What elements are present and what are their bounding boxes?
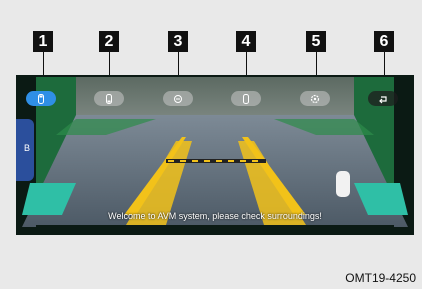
callout-3: 3 (168, 31, 188, 52)
side-camera-button[interactable] (231, 91, 261, 106)
view-label: B (24, 143, 31, 153)
rear-camera-button[interactable] (94, 91, 124, 106)
parked-car-icon (336, 171, 350, 197)
side-camera-icon (243, 93, 249, 104)
welcome-message: Welcome to AVM system, please check surr… (108, 211, 322, 221)
view-switch-icon (174, 94, 182, 103)
callout-4: 4 (236, 31, 256, 52)
callout-2: 2 (99, 31, 119, 52)
back-button[interactable] (368, 91, 398, 106)
settings-button[interactable] (300, 91, 330, 106)
callout-1: 1 (33, 31, 53, 52)
view-switch-button[interactable] (163, 91, 193, 106)
front-camera-icon (38, 93, 44, 104)
front-camera-button[interactable] (26, 91, 56, 106)
callout-5: 5 (306, 31, 326, 52)
callout-6: 6 (374, 31, 394, 52)
callout-row: 1 2 3 4 5 6 (0, 0, 422, 78)
avm-screen: B Welcome to AVM system, please check su… (16, 75, 414, 235)
figure-frame: 1 2 3 4 5 6 B Welcome to AVM system, ple… (0, 0, 422, 289)
rear-camera-icon (106, 93, 112, 104)
settings-icon (310, 94, 320, 103)
back-icon (379, 95, 387, 103)
figure-code: OMT19-4250 (345, 271, 416, 285)
